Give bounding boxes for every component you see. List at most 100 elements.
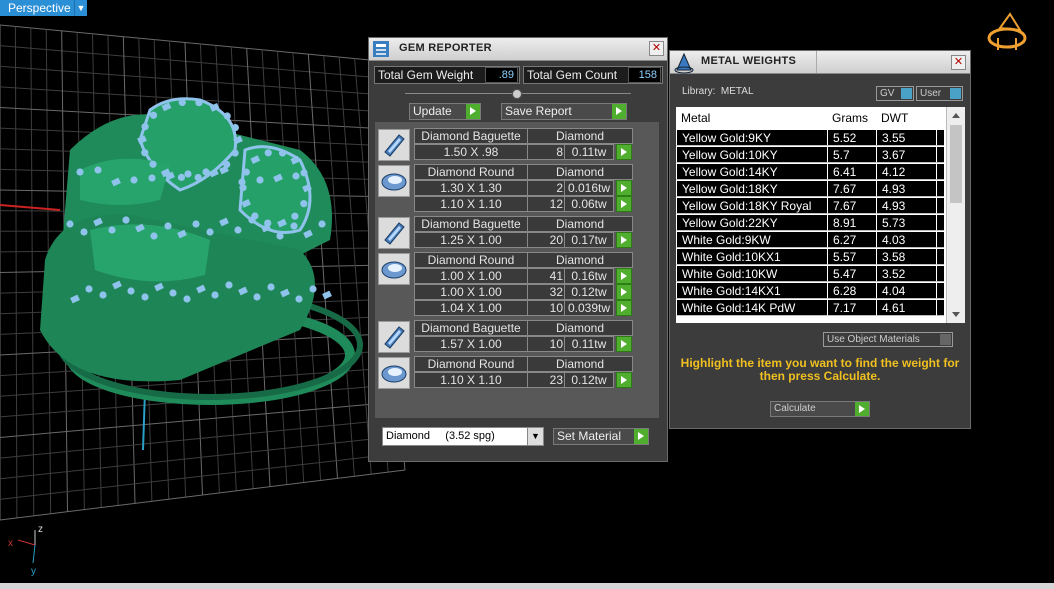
select-gem-arrow-icon[interactable] bbox=[616, 300, 632, 316]
dwt-cell: 4.93 bbox=[876, 198, 936, 214]
metal-name-cell: Yellow Gold:18KY Royal bbox=[676, 198, 827, 214]
material-select[interactable]: Diamond (3.52 spg) ▼ bbox=[382, 427, 544, 446]
gem-reporter-titlebar[interactable]: GEM REPORTER ✕ bbox=[369, 38, 667, 61]
metal-row[interactable]: Yellow Gold:14KY 6.41 4.12 bbox=[676, 164, 944, 180]
metal-name-cell: Yellow Gold:10KY bbox=[676, 147, 827, 163]
grams-cell: 6.28 bbox=[827, 283, 876, 299]
select-gem-arrow-icon[interactable] bbox=[616, 232, 632, 248]
dwt-cell: 3.58 bbox=[876, 249, 936, 265]
use-object-materials-toggle[interactable]: Use Object Materials bbox=[823, 332, 953, 347]
spacer-cell bbox=[936, 283, 944, 299]
select-gem-arrow-icon[interactable] bbox=[616, 372, 632, 388]
gem-size: 1.25 X 1.00 bbox=[414, 232, 528, 248]
metal-row[interactable]: Yellow Gold:18KY Royal 7.67 4.93 bbox=[676, 198, 944, 214]
set-material-button[interactable]: Set Material bbox=[553, 428, 649, 445]
select-gem-arrow-icon[interactable] bbox=[616, 196, 632, 212]
gem-count: 32 bbox=[527, 284, 566, 300]
view-cube-icon[interactable] bbox=[987, 12, 1027, 50]
material-dropdown-arrow-icon[interactable]: ▼ bbox=[527, 428, 543, 445]
round-gem-icon bbox=[378, 165, 410, 197]
column-header-dwt[interactable]: DWT bbox=[876, 107, 931, 129]
column-header-grams[interactable]: Grams bbox=[827, 107, 873, 129]
gem-reporter-close-icon[interactable]: ✕ bbox=[649, 41, 664, 56]
splitter-handle-icon[interactable] bbox=[512, 89, 522, 99]
metal-row[interactable]: Yellow Gold:22KY 8.91 5.73 bbox=[676, 215, 944, 231]
metal-row[interactable]: Yellow Gold:9KY 5.52 3.55 bbox=[676, 130, 944, 146]
instruction-text: Highlight the item you want to find the … bbox=[680, 356, 960, 383]
axis-z-label: z bbox=[38, 524, 43, 535]
gem-size: 1.30 X 1.30 bbox=[414, 180, 528, 196]
metal-weights-titlebar[interactable]: METAL WEIGHTS ✕ bbox=[670, 51, 970, 74]
save-report-button[interactable]: Save Report bbox=[501, 103, 627, 120]
viewport-menu-arrow-icon[interactable]: ▼ bbox=[74, 0, 87, 16]
grams-cell: 5.57 bbox=[827, 249, 876, 265]
total-gem-weight-value: .89 bbox=[485, 67, 518, 83]
select-gem-arrow-icon[interactable] bbox=[616, 144, 632, 160]
spacer-cell bbox=[936, 130, 944, 146]
gv-toggle[interactable]: GV bbox=[876, 86, 914, 101]
select-gem-arrow-icon[interactable] bbox=[616, 268, 632, 284]
dwt-cell: 3.52 bbox=[876, 266, 936, 282]
grams-cell: 5.52 bbox=[827, 130, 876, 146]
dwt-cell: 4.93 bbox=[876, 181, 936, 197]
gem-cut-label: Diamond Baguette bbox=[414, 128, 528, 144]
metal-row[interactable]: White Gold:14K PdW 7.17 4.61 bbox=[676, 300, 944, 316]
axis-triad: z x y bbox=[8, 524, 43, 577]
metal-row[interactable]: White Gold:10KW 5.47 3.52 bbox=[676, 266, 944, 282]
scroll-up-icon[interactable] bbox=[952, 113, 960, 118]
scroll-down-icon[interactable] bbox=[952, 312, 960, 317]
gem-count: 23 bbox=[527, 372, 566, 388]
grams-cell: 8.91 bbox=[827, 215, 876, 231]
gem-material-label: Diamond bbox=[527, 216, 633, 232]
gem-count: 8 bbox=[527, 144, 566, 160]
metal-row[interactable]: White Gold:9KW 6.27 4.03 bbox=[676, 232, 944, 248]
column-header-metal[interactable]: Metal bbox=[676, 107, 826, 129]
gem-total-weight: 0.039tw bbox=[564, 300, 614, 316]
dwt-cell: 4.04 bbox=[876, 283, 936, 299]
select-gem-arrow-icon[interactable] bbox=[616, 284, 632, 300]
gem-total-weight: 0.12tw bbox=[564, 372, 614, 388]
update-button[interactable]: Update bbox=[409, 103, 481, 120]
calculate-button[interactable]: Calculate bbox=[770, 401, 870, 417]
grams-cell: 7.17 bbox=[827, 300, 876, 316]
metal-name-cell: White Gold:14K PdW bbox=[676, 300, 827, 316]
select-gem-arrow-icon[interactable] bbox=[616, 336, 632, 352]
material-select-value: Diamond (3.52 spg) bbox=[386, 430, 495, 442]
user-toggle[interactable]: User bbox=[916, 86, 963, 101]
panel-splitter[interactable] bbox=[405, 89, 631, 99]
spacer-cell bbox=[936, 198, 944, 214]
total-gem-weight-box: Total Gem Weight .89 bbox=[374, 66, 520, 84]
scroll-thumb[interactable] bbox=[950, 125, 962, 203]
metal-row[interactable]: Yellow Gold:18KY 7.67 4.93 bbox=[676, 181, 944, 197]
grams-cell: 7.67 bbox=[827, 198, 876, 214]
save-report-label: Save Report bbox=[505, 104, 572, 118]
gem-list[interactable]: Diamond Baguette Diamond 1.50 X .98 8 0.11tw… bbox=[375, 122, 659, 418]
gem-material-label: Diamond bbox=[527, 164, 633, 180]
gem-count: 2 bbox=[527, 180, 566, 196]
spacer-cell bbox=[936, 164, 944, 180]
status-strip bbox=[0, 583, 1054, 589]
gv-label: GV bbox=[880, 88, 895, 99]
library-label: Library: METAL bbox=[682, 86, 754, 97]
gem-material-label: Diamond bbox=[527, 320, 633, 336]
gem-total-weight: 0.17tw bbox=[564, 232, 614, 248]
dwt-cell: 5.73 bbox=[876, 215, 936, 231]
metal-table[interactable]: Metal Grams DWT Yellow Gold:9KY 5.52 3.55 Y… bbox=[676, 107, 965, 323]
metal-table-scrollbar[interactable] bbox=[946, 107, 965, 323]
gem-total-weight: 0.11tw bbox=[564, 144, 614, 160]
metal-row[interactable]: White Gold:14KX1 6.28 4.04 bbox=[676, 283, 944, 299]
gem-total-weight: 0.06tw bbox=[564, 196, 614, 212]
metal-weights-close-icon[interactable]: ✕ bbox=[951, 55, 966, 70]
gem-size: 1.57 X 1.00 bbox=[414, 336, 528, 352]
select-gem-arrow-icon[interactable] bbox=[616, 180, 632, 196]
metal-row[interactable]: White Gold:10KX1 5.57 3.58 bbox=[676, 249, 944, 265]
spacer-cell bbox=[936, 215, 944, 231]
metal-weights-panel: METAL WEIGHTS ✕ Library: METAL GV User M… bbox=[669, 50, 971, 429]
x-axis-line bbox=[0, 204, 61, 211]
viewport-label[interactable]: Perspective bbox=[0, 0, 77, 16]
metal-row[interactable]: Yellow Gold:10KY 5.7 3.67 bbox=[676, 147, 944, 163]
grams-cell: 7.67 bbox=[827, 181, 876, 197]
user-label: User bbox=[920, 88, 942, 99]
gem-cut-label: Diamond Baguette bbox=[414, 216, 528, 232]
calculate-arrow-icon bbox=[855, 402, 869, 416]
